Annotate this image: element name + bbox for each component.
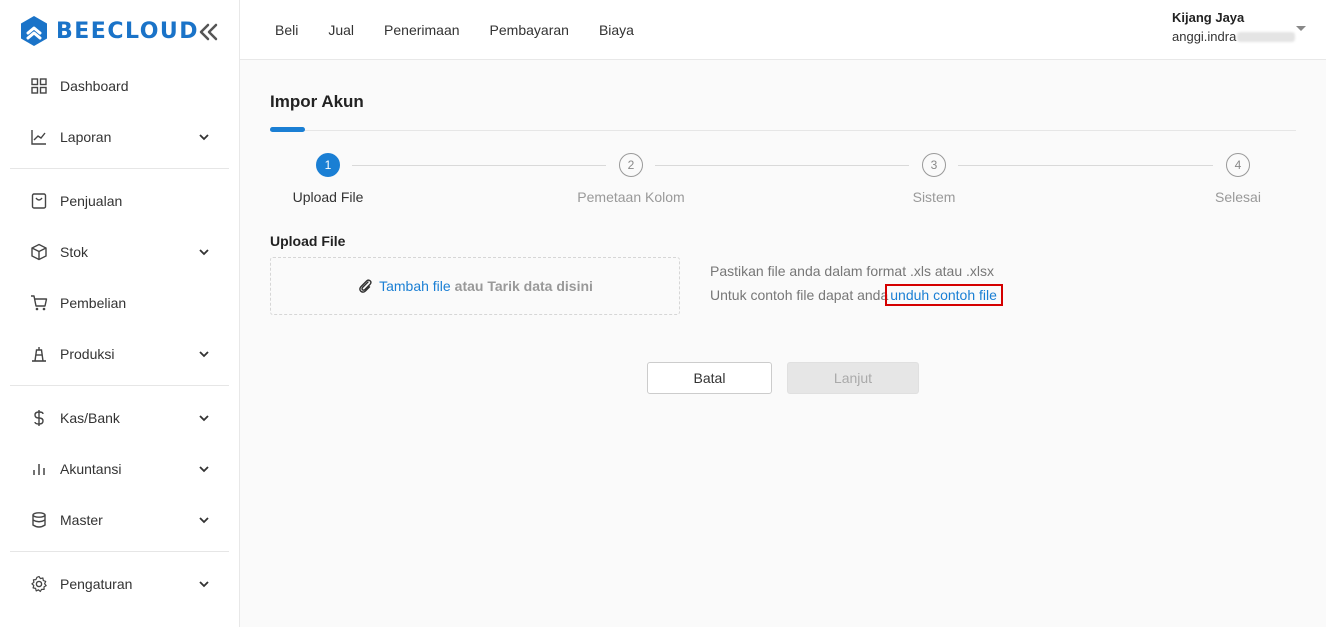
database-icon bbox=[32, 511, 46, 528]
sidebar-item-pembelian[interactable]: Pembelian bbox=[10, 277, 229, 328]
chevron-down-icon bbox=[199, 414, 209, 421]
double-chevron-left-icon[interactable] bbox=[196, 20, 220, 44]
step-1-indicator: 1 bbox=[316, 153, 340, 177]
paperclip-icon bbox=[359, 279, 372, 293]
step-1-label: Upload File bbox=[292, 189, 364, 205]
file-dropzone[interactable]: Tambah file atau Tarik data disini bbox=[270, 257, 680, 315]
sidebar-item-label: Pengaturan bbox=[60, 575, 133, 592]
bar-chart-icon bbox=[33, 463, 45, 475]
step-2-indicator: 2 bbox=[619, 153, 643, 177]
chevron-down-icon bbox=[199, 350, 209, 357]
chevron-down-icon bbox=[199, 580, 209, 587]
step-connector bbox=[352, 165, 606, 166]
sidebar-item-label: Stok bbox=[60, 243, 89, 260]
chevron-down-icon bbox=[199, 465, 209, 472]
step-3-indicator: 3 bbox=[922, 153, 946, 177]
step-2-label: Pemetaan Kolom bbox=[577, 189, 685, 205]
sidebar-item-label: Akuntansi bbox=[60, 460, 122, 477]
chevron-down-icon bbox=[199, 248, 209, 255]
page-title: Impor Akun bbox=[270, 92, 364, 111]
user-email-text: anggi.indra bbox=[1172, 29, 1237, 44]
topnav-beli[interactable]: Beli bbox=[275, 22, 298, 38]
step-connector bbox=[958, 165, 1213, 166]
step-connector bbox=[655, 165, 909, 166]
sidebar: BEECLOUD Dashboard Laporan Penjualan Sto… bbox=[0, 0, 240, 627]
cancel-button[interactable]: Batal bbox=[647, 362, 772, 394]
drag-text: atau Tarik data disini bbox=[454, 278, 593, 294]
chevron-down-icon bbox=[199, 516, 209, 523]
cart-icon bbox=[31, 294, 48, 310]
sidebar-item-akuntansi[interactable]: Akuntansi bbox=[10, 443, 229, 494]
dollar-icon bbox=[34, 409, 44, 426]
caret-down-icon bbox=[1296, 26, 1306, 31]
sidebar-item-penjualan[interactable]: Penjualan bbox=[10, 175, 229, 226]
sidebar-item-label: Dashboard bbox=[60, 77, 129, 94]
title-accent-bar bbox=[270, 127, 305, 132]
sidebar-item-label: Penjualan bbox=[60, 192, 123, 209]
sidebar-item-label: Produksi bbox=[60, 345, 115, 362]
main-content: Impor Akun 1 2 3 4 Upload File Pemetaan … bbox=[240, 60, 1326, 627]
sidebar-item-laporan[interactable]: Laporan bbox=[10, 111, 229, 162]
chevron-down-icon bbox=[199, 133, 209, 140]
divider bbox=[10, 551, 229, 552]
step-3-label: Sistem bbox=[912, 189, 956, 205]
sidebar-item-label: Laporan bbox=[60, 128, 112, 145]
receipt-icon bbox=[31, 192, 47, 209]
topnav-pembayaran[interactable]: Pembayaran bbox=[490, 22, 569, 38]
brand-logo[interactable]: BEECLOUD bbox=[20, 14, 220, 48]
company-name: Kijang Jaya bbox=[1172, 10, 1245, 25]
format-hint: Pastikan file anda dalam format .xls ata… bbox=[710, 263, 995, 279]
hexagon-logo-icon bbox=[21, 16, 47, 46]
download-sample-link[interactable]: unduh contoh file bbox=[885, 284, 1003, 306]
upload-hint: Pastikan file anda dalam format .xls ata… bbox=[710, 259, 1003, 307]
upload-section-title: Upload File bbox=[270, 233, 346, 249]
sidebar-item-produksi[interactable]: Produksi bbox=[10, 328, 229, 379]
next-button[interactable]: Lanjut bbox=[787, 362, 919, 394]
top-nav: Beli Jual Penerimaan Pembayaran Biaya bbox=[275, 0, 664, 60]
redacted-email-part bbox=[1237, 31, 1296, 42]
top-bar: Beli Jual Penerimaan Pembayaran Biaya Ki… bbox=[240, 0, 1326, 60]
step-4-label: Selesai bbox=[1215, 189, 1261, 205]
title-divider bbox=[270, 130, 1296, 131]
sidebar-item-label: Master bbox=[60, 511, 103, 528]
add-file-link[interactable]: Tambah file bbox=[379, 278, 451, 294]
sidebar-item-stok[interactable]: Stok bbox=[10, 226, 229, 277]
user-email: anggi.indra bbox=[1172, 29, 1306, 44]
sidebar-item-label: Kas/Bank bbox=[60, 409, 120, 426]
sample-hint: Untuk contoh file dapat anda unduh contoh… bbox=[710, 283, 1003, 307]
user-menu[interactable]: Kijang Jaya anggi.indra bbox=[1172, 10, 1306, 50]
box-icon bbox=[31, 243, 47, 260]
import-stepper: 1 2 3 4 Upload File Pemetaan Kolom Siste… bbox=[270, 153, 1296, 213]
step-4-indicator: 4 bbox=[1226, 153, 1250, 177]
divider bbox=[10, 168, 229, 169]
sidebar-item-dashboard[interactable]: Dashboard bbox=[10, 60, 229, 111]
sidebar-nav: Dashboard Laporan Penjualan Stok Pembeli… bbox=[10, 60, 229, 609]
topnav-jual[interactable]: Jual bbox=[328, 22, 354, 38]
topnav-biaya[interactable]: Biaya bbox=[599, 22, 634, 38]
line-chart-icon bbox=[31, 129, 46, 145]
factory-icon bbox=[32, 346, 46, 362]
gear-icon bbox=[31, 575, 47, 592]
divider bbox=[10, 385, 229, 386]
sidebar-item-master[interactable]: Master bbox=[10, 494, 229, 545]
sidebar-item-label: Pembelian bbox=[60, 294, 127, 311]
sidebar-item-kas-bank[interactable]: Kas/Bank bbox=[10, 392, 229, 443]
brand-name: BEECLOUD bbox=[56, 18, 200, 44]
topnav-penerimaan[interactable]: Penerimaan bbox=[384, 22, 460, 38]
sample-hint-text: Untuk contoh file dapat anda bbox=[710, 287, 889, 303]
grid-icon bbox=[31, 77, 47, 94]
sidebar-item-pengaturan[interactable]: Pengaturan bbox=[10, 558, 229, 609]
